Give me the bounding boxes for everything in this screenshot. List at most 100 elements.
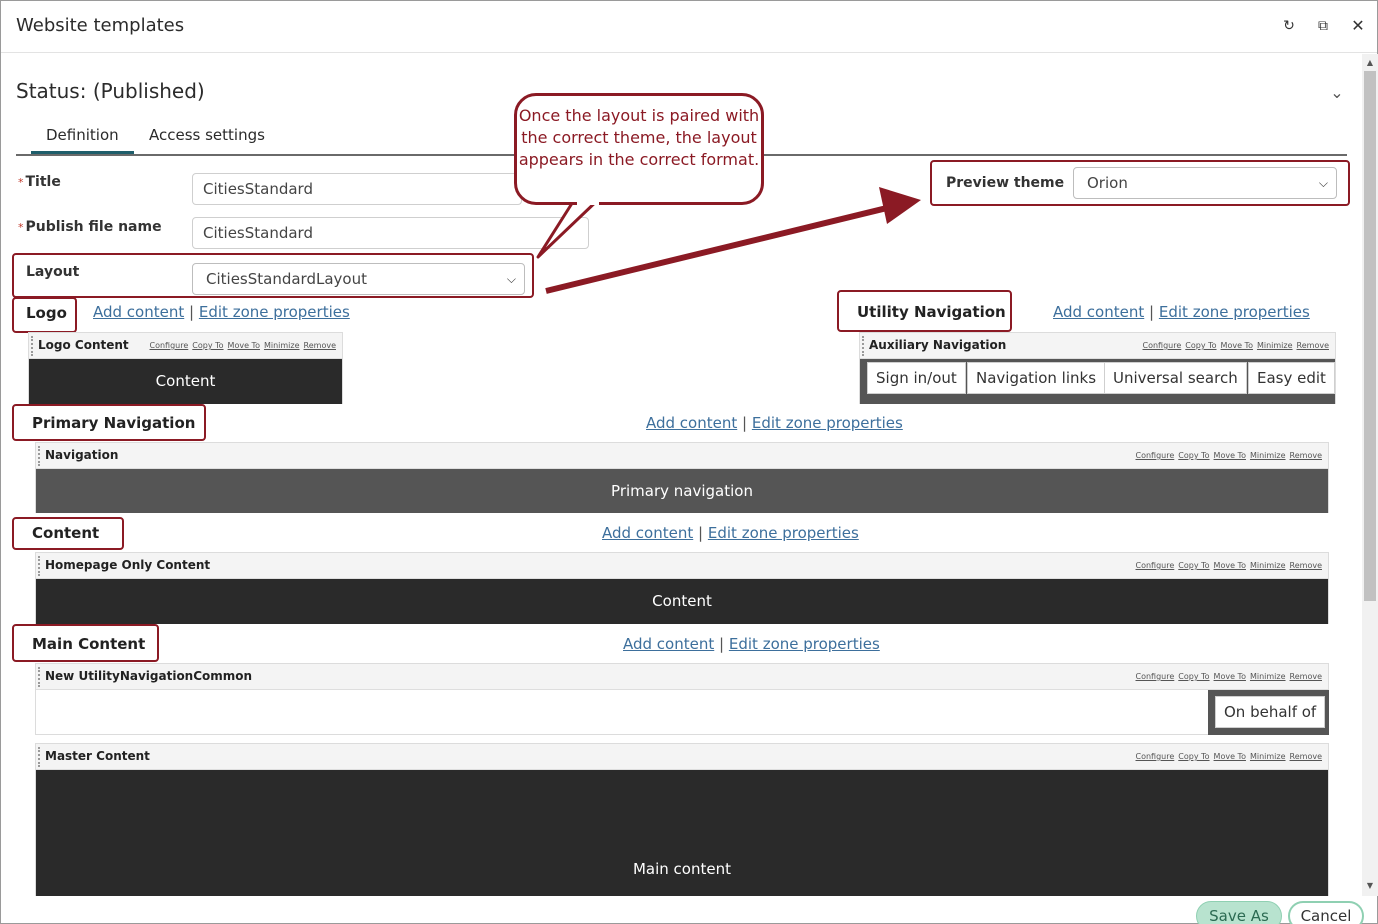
drag-handle[interactable] bbox=[38, 446, 42, 466]
easy-edit-item[interactable]: Easy edit bbox=[1248, 362, 1335, 394]
minimize-link[interactable]: Minimize bbox=[1257, 341, 1293, 350]
widget-header: Navigation Configure Copy To Move To Minimi… bbox=[36, 443, 1328, 469]
link-separator: | bbox=[189, 303, 195, 321]
move-to-link[interactable]: Move To bbox=[1214, 672, 1246, 681]
widget-body: Content bbox=[29, 359, 342, 404]
minimize-link[interactable]: Minimize bbox=[1250, 752, 1286, 761]
edit-zone-properties-link[interactable]: Edit zone properties bbox=[199, 303, 350, 321]
auxiliary-navigation-widget: Auxiliary Navigation Configure Copy To Mov… bbox=[859, 332, 1336, 404]
copy-to-link[interactable]: Copy To bbox=[1178, 451, 1209, 460]
widget-body: Primary navigation bbox=[36, 469, 1328, 513]
utility-navigation-common-widget: New UtilityNavigationCommon Configure Cop… bbox=[35, 663, 1329, 735]
widget-actions: Configure Copy To Move To Minimize Remove bbox=[1139, 341, 1330, 350]
minimize-link[interactable]: Minimize bbox=[1250, 561, 1286, 570]
universal-search-item[interactable]: Universal search bbox=[1104, 362, 1247, 394]
sign-in-out-item[interactable]: Sign in/out bbox=[867, 362, 966, 394]
configure-link[interactable]: Configure bbox=[1136, 561, 1175, 570]
widget-header: Logo Content Configure Copy To Move To Mini… bbox=[29, 333, 342, 359]
remove-link[interactable]: Remove bbox=[1290, 561, 1322, 570]
copy-to-link[interactable]: Copy To bbox=[1178, 561, 1209, 570]
move-to-link[interactable]: Move To bbox=[228, 341, 260, 350]
widget-header: Auxiliary Navigation Configure Copy To Mov… bbox=[860, 333, 1335, 359]
widget-actions: Configure Copy To Move To Minimize Remove bbox=[146, 341, 337, 350]
primary-navigation-zone-title: Primary Navigation bbox=[32, 414, 196, 432]
on-behalf-of-container: On behalf of bbox=[1208, 690, 1329, 735]
edit-zone-properties-link[interactable]: Edit zone properties bbox=[708, 524, 859, 542]
callout-note: Once the layout is paired with the corre… bbox=[514, 93, 764, 205]
drag-handle[interactable] bbox=[31, 336, 35, 356]
widget-body: Content bbox=[36, 579, 1328, 624]
on-behalf-of-item[interactable]: On behalf of bbox=[1215, 696, 1326, 728]
link-separator: | bbox=[719, 635, 725, 653]
configure-link[interactable]: Configure bbox=[1143, 341, 1182, 350]
move-to-link[interactable]: Move To bbox=[1214, 451, 1246, 460]
minimize-link[interactable]: Minimize bbox=[1250, 451, 1286, 460]
logo-zone-links: Add content | Edit zone properties bbox=[93, 303, 350, 321]
callout-pointer bbox=[536, 195, 603, 259]
remove-link[interactable]: Remove bbox=[1290, 451, 1322, 460]
add-content-link[interactable]: Add content bbox=[93, 303, 184, 321]
link-separator: | bbox=[698, 524, 704, 542]
edit-zone-properties-link[interactable]: Edit zone properties bbox=[1159, 303, 1310, 321]
content-zone-links: Add content | Edit zone properties bbox=[602, 524, 859, 542]
content-zone-title: Content bbox=[32, 524, 100, 542]
arrow-head bbox=[879, 187, 921, 224]
logo-zone-title: Logo bbox=[26, 304, 67, 322]
utility-zone-title: Utility Navigation bbox=[857, 303, 1006, 321]
remove-link[interactable]: Remove bbox=[1290, 752, 1322, 761]
widget-header: New UtilityNavigationCommon Configure Cop… bbox=[36, 664, 1328, 690]
add-content-link[interactable]: Add content bbox=[623, 635, 714, 653]
copy-to-link[interactable]: Copy To bbox=[1185, 341, 1216, 350]
drag-handle[interactable] bbox=[862, 336, 866, 356]
copy-to-link[interactable]: Copy To bbox=[192, 341, 223, 350]
widget-name: Navigation bbox=[45, 448, 119, 462]
main-content-label: Main content bbox=[632, 860, 731, 878]
add-content-link[interactable]: Add content bbox=[1053, 303, 1144, 321]
widget-actions: Configure Copy To Move To Minimize Remove bbox=[1132, 451, 1323, 460]
copy-to-link[interactable]: Copy To bbox=[1178, 672, 1209, 681]
homepage-only-content-widget: Homepage Only Content Configure Copy To Mo… bbox=[35, 552, 1329, 624]
widget-name: Homepage Only Content bbox=[45, 558, 211, 572]
save-as-button[interactable]: Save As bbox=[1196, 901, 1282, 924]
move-to-link[interactable]: Move To bbox=[1221, 341, 1253, 350]
edit-zone-properties-link[interactable]: Edit zone properties bbox=[729, 635, 880, 653]
link-separator: | bbox=[742, 414, 748, 432]
remove-link[interactable]: Remove bbox=[1297, 341, 1329, 350]
cancel-button[interactable]: Cancel bbox=[1288, 901, 1364, 924]
add-content-link[interactable]: Add content bbox=[646, 414, 737, 432]
remove-link[interactable]: Remove bbox=[1290, 672, 1322, 681]
widget-name: Auxiliary Navigation bbox=[869, 338, 1007, 352]
edit-zone-properties-link[interactable]: Edit zone properties bbox=[752, 414, 903, 432]
remove-link[interactable]: Remove bbox=[304, 341, 336, 350]
main-content-zone-links: Add content | Edit zone properties bbox=[623, 635, 880, 653]
minimize-link[interactable]: Minimize bbox=[264, 341, 300, 350]
primary-navigation-zone-links: Add content | Edit zone properties bbox=[646, 414, 903, 432]
callout-pointer-join bbox=[577, 200, 599, 205]
widget-name: Logo Content bbox=[38, 338, 129, 352]
widget-name: Master Content bbox=[45, 749, 150, 763]
copy-to-link[interactable]: Copy To bbox=[1178, 752, 1209, 761]
move-to-link[interactable]: Move To bbox=[1214, 561, 1246, 570]
master-content-widget: Master Content Configure Copy To Move To Mi… bbox=[35, 743, 1329, 896]
configure-link[interactable]: Configure bbox=[1136, 752, 1175, 761]
configure-link[interactable]: Configure bbox=[1136, 672, 1175, 681]
widget-actions: Configure Copy To Move To Minimize Remove bbox=[1132, 561, 1323, 570]
minimize-link[interactable]: Minimize bbox=[1250, 672, 1286, 681]
widget-name: New UtilityNavigationCommon bbox=[45, 669, 253, 683]
main-content-zone-title: Main Content bbox=[32, 635, 146, 653]
link-separator: | bbox=[1149, 303, 1155, 321]
widget-header: Homepage Only Content Configure Copy To Mo… bbox=[36, 553, 1328, 579]
move-to-link[interactable]: Move To bbox=[1214, 752, 1246, 761]
arrow-line bbox=[545, 204, 892, 294]
widget-actions: Configure Copy To Move To Minimize Remove bbox=[1132, 672, 1323, 681]
configure-link[interactable]: Configure bbox=[1136, 451, 1175, 460]
navigation-links-item[interactable]: Navigation links bbox=[967, 362, 1106, 394]
add-content-link[interactable]: Add content bbox=[602, 524, 693, 542]
widget-actions: Configure Copy To Move To Minimize Remove bbox=[1132, 752, 1323, 761]
utility-zone-links: Add content | Edit zone properties bbox=[1053, 303, 1310, 321]
drag-handle[interactable] bbox=[38, 747, 42, 767]
widget-header: Master Content Configure Copy To Move To Mi… bbox=[36, 744, 1328, 770]
configure-link[interactable]: Configure bbox=[150, 341, 189, 350]
drag-handle[interactable] bbox=[38, 556, 42, 576]
drag-handle[interactable] bbox=[38, 667, 42, 687]
